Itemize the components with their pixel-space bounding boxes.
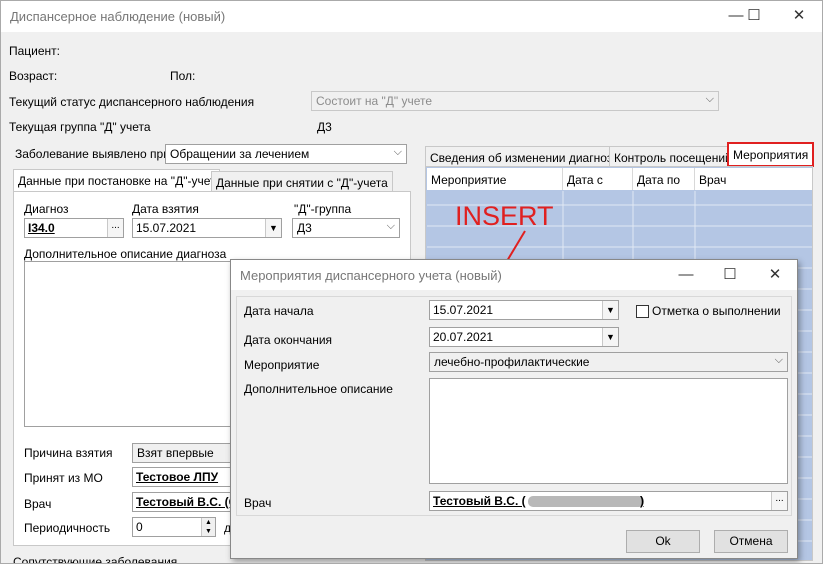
date-taken-label: Дата взятия <box>132 202 199 216</box>
dgroup-select[interactable]: Д3 ⌵ <box>292 218 400 238</box>
maximize-button[interactable]: ☐ <box>737 4 771 28</box>
dropdown-arrow-icon[interactable]: ▼ <box>602 301 618 319</box>
close-button[interactable]: ✕ <box>758 263 792 287</box>
status-value: Состоит на "Д" учете <box>316 94 433 108</box>
doctor-value: Тестовый В.С. (С <box>136 495 238 509</box>
extra-desc-label: Дополнительное описание диагноза <box>24 247 227 261</box>
concomitant-label: Сопутствующие заболевания <box>13 555 178 564</box>
desc-label: Дополнительное описание <box>244 382 393 396</box>
from-mo-label: Принят из МО <box>24 471 103 485</box>
tab-events[interactable]: Мероприятия <box>727 142 815 167</box>
diagnosis-field[interactable]: I34.0 ... <box>24 218 124 238</box>
periodicity-label: Периодичность <box>24 521 111 535</box>
date-taken-field[interactable]: 15.07.2021 ▼ <box>132 218 282 238</box>
end-date-label: Дата окончания <box>244 333 333 347</box>
date-taken-value: 15.07.2021 <box>136 221 197 235</box>
doctor-value-suffix: ) <box>640 494 644 508</box>
minimize-button[interactable]: — <box>669 263 703 287</box>
tab-diagnosis-changes[interactable]: Сведения об изменении диагноза <box>425 146 624 166</box>
tab-visit-control[interactable]: Контроль посещений <box>609 146 737 166</box>
close-button[interactable]: ✕ <box>782 4 816 28</box>
tab-registration[interactable]: Данные при постановке на "Д"-учет <box>13 169 221 191</box>
dropdown-arrow-icon[interactable]: ▼ <box>265 219 281 237</box>
start-date-field[interactable]: 15.07.2021 ▼ <box>429 300 619 320</box>
patient-label: Пациент: <box>9 44 61 58</box>
cancel-button[interactable]: Отмена <box>714 530 788 553</box>
main-window: Диспансерное наблюдение (новый) — ☐ ✕ Па… <box>0 0 823 564</box>
periodicity-field[interactable]: 0 ▲ ▼ <box>132 517 216 537</box>
event-value: лечебно-профилактические <box>434 355 590 369</box>
from-mo-value: Тестовое ЛПУ <box>136 470 219 484</box>
end-date-value: 20.07.2021 <box>433 330 494 344</box>
browse-button[interactable]: ... <box>771 492 787 510</box>
title-bar: Диспансерное наблюдение (новый) — ☐ ✕ <box>1 1 822 32</box>
chevron-down-icon: ⌵ <box>393 146 402 158</box>
start-date-value: 15.07.2021 <box>433 303 494 317</box>
doctor-value-prefix: Тестовый В.С. ( <box>433 494 526 508</box>
group-value: Д3 <box>317 120 332 134</box>
events-dialog: Мероприятия диспансерного учета (новый) … <box>230 259 798 559</box>
browse-button[interactable]: ... <box>107 219 123 237</box>
start-date-label: Дата начала <box>244 304 314 318</box>
detected-select[interactable]: Обращении за лечением ⌵ <box>165 144 407 164</box>
done-label: Отметка о выполнении <box>652 304 781 318</box>
maximize-button[interactable]: ☐ <box>713 263 747 287</box>
status-select: Состоит на "Д" учете ⌵ <box>311 91 719 111</box>
window-title: Диспансерное наблюдение (новый) <box>10 9 226 24</box>
ok-button[interactable]: Ok <box>626 530 700 553</box>
diagnosis-value: I34.0 <box>28 221 55 235</box>
diagnosis-label: Диагноз <box>24 202 69 216</box>
tab-deregistration[interactable]: Данные при снятии с "Д"-учета <box>211 171 393 193</box>
event-select[interactable]: лечебно-профилактические ⌵ <box>429 352 788 372</box>
column-header[interactable]: Врач <box>695 168 812 190</box>
dropdown-arrow-icon[interactable]: ▼ <box>602 328 618 346</box>
dialog-title: Мероприятия диспансерного учета (новый) <box>240 268 502 283</box>
done-checkbox[interactable] <box>636 305 649 318</box>
doctor-label: Врач <box>24 497 52 511</box>
dgroup-value: Д3 <box>297 221 312 235</box>
stepper-icon[interactable]: ▲ ▼ <box>201 518 215 536</box>
age-label: Возраст: <box>9 69 58 83</box>
status-label: Текущий статус диспансерного наблюдения <box>9 95 255 109</box>
chevron-down-icon: ⌵ <box>705 93 714 105</box>
periodicity-value: 0 <box>136 520 143 534</box>
desc-textarea[interactable] <box>429 378 788 484</box>
dialog-title-bar: Мероприятия диспансерного учета (новый) … <box>231 260 797 290</box>
event-label: Мероприятие <box>244 358 320 372</box>
chevron-down-icon: ⌵ <box>774 354 783 366</box>
chevron-down-icon: ⌵ <box>386 220 395 232</box>
column-header[interactable]: Дата с <box>563 168 633 190</box>
reason-value: Взят впервые <box>137 446 214 460</box>
sex-label: Пол: <box>170 69 196 83</box>
detected-value: Обращении за лечением <box>170 147 310 161</box>
detected-label: Заболевание выявлено при <box>15 147 170 161</box>
group-label: Текущая группа "Д" учета <box>9 120 151 134</box>
column-header[interactable]: Мероприятие <box>427 168 563 190</box>
end-date-field[interactable]: 20.07.2021 ▼ <box>429 327 619 347</box>
dgroup-label: "Д"-группа <box>294 202 352 216</box>
dialog-doctor-label: Врач <box>244 496 272 510</box>
dialog-doctor-field[interactable]: Тестовый В.С. () ... <box>429 491 788 511</box>
reason-label: Причина взятия <box>24 446 113 460</box>
redacted-block <box>528 496 644 507</box>
column-header[interactable]: Дата по <box>633 168 695 190</box>
grid-header: Мероприятие Дата с Дата по Врач <box>427 168 812 190</box>
